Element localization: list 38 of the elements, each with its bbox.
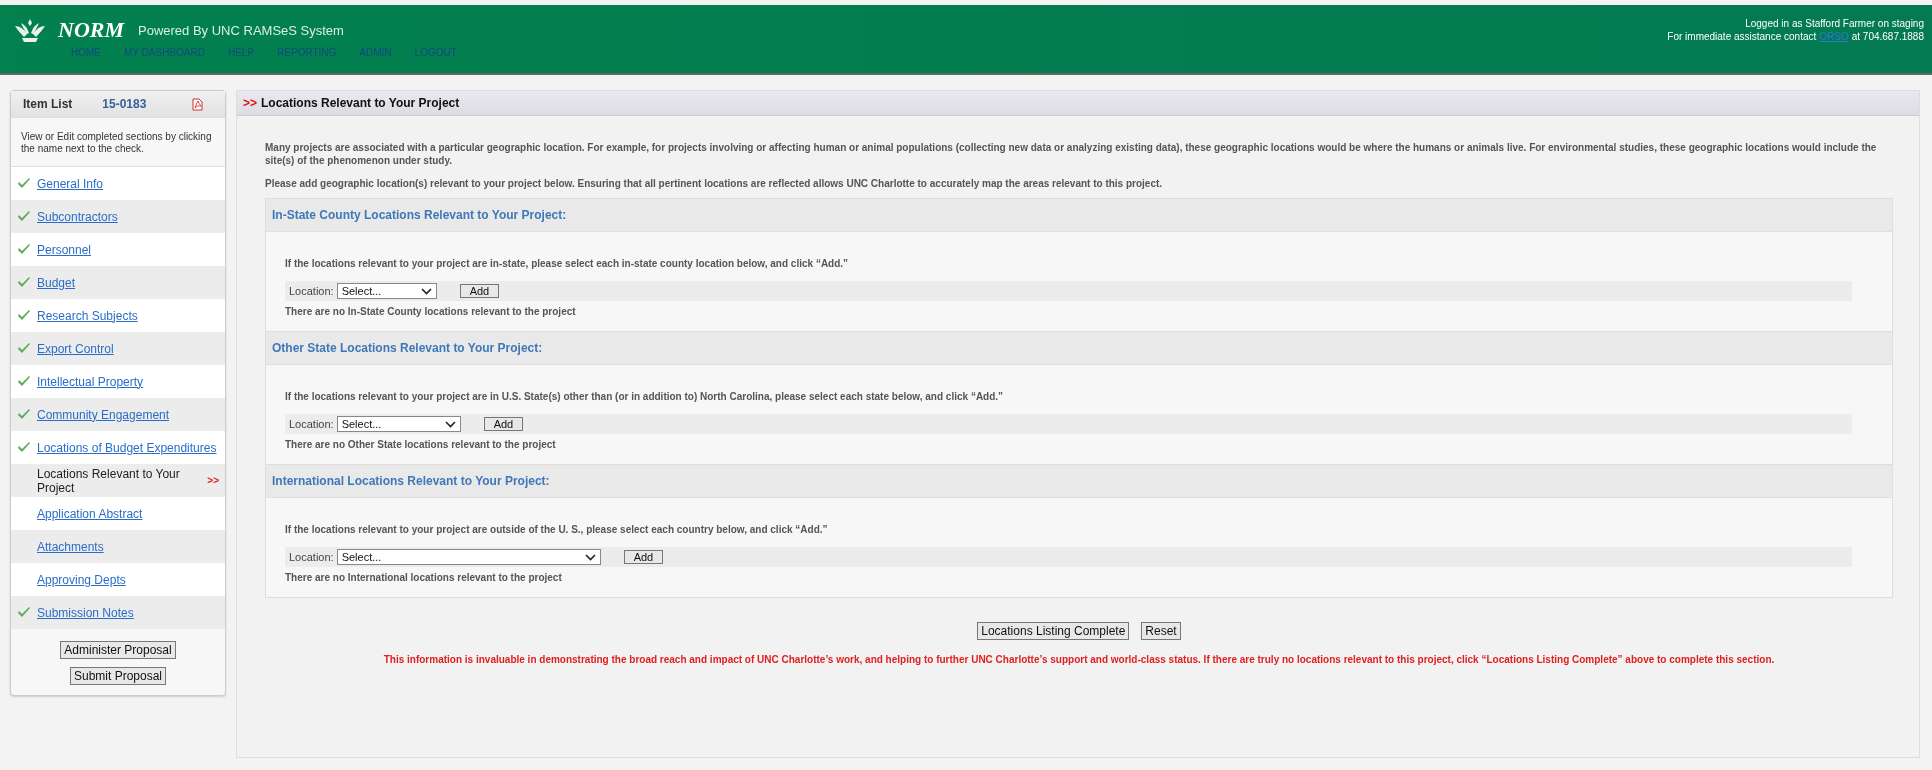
form-button[interactable]: Locations Listing Complete <box>977 622 1130 640</box>
login-status: Logged in as Stafford Farmer on staging <box>1745 18 1924 29</box>
assistance-text: For immediate assistance contact <box>1667 30 1817 43</box>
section-header: Other State Locations Relevant to Your Project: <box>266 331 1892 365</box>
form-button[interactable]: Reset <box>1141 622 1181 640</box>
section-instructions: If the locations relevant to your project are outside of the U. S., please select each country below, and click “Add.” <box>285 524 829 535</box>
proposal-button[interactable]: Administer Proposal <box>60 641 176 659</box>
page-title: Locations Relevant to Your Project <box>261 96 460 110</box>
app-name: NORM <box>58 17 124 43</box>
empty-message: There are no International locations relevant to the project <box>285 572 563 583</box>
crown-logo-icon <box>12 17 48 43</box>
intro-paragraph: Many projects are associated with a particular geographic location. For example, for projects involving or affecting human or animal populations (collecting new data or analyzing existing data), these geographic locations would be where the humans or animals live. For environmental studies, these geographic locations would include the site(s) of the phenomenon under study. <box>265 141 1878 167</box>
proposal-button[interactable]: Submit Proposal <box>69 667 166 685</box>
field-label: Location: <box>289 285 334 297</box>
phone-number: at 704.687.1888 <box>1851 30 1924 43</box>
field-label: Location: <box>289 551 334 563</box>
location-select[interactable]: Select... <box>336 549 601 565</box>
add-button[interactable]: Add <box>623 550 664 564</box>
footer-note: This information is invaluable in demonstrating the broad reach and impact of UNC Charlotte’s work, and helping to further UNC Charlotte’s support and world-class status. If there are truly no locations relevant to this project, click “Locations Listing Complete” above to complete this section. <box>382 654 1776 665</box>
intro-paragraph: Please add geographic location(s) relevant to your project below. Ensuring that all pertinent locations are reflected allows UNC Charlotte to accurately map the areas relevant to this project. <box>265 177 1164 190</box>
current-section: Locations Relevant to Your Project <box>37 466 208 495</box>
section-header: In-State County Locations Relevant to Your Project: <box>266 199 1892 232</box>
title-marker: >> <box>243 96 257 110</box>
proposal-number: 15-0183 <box>102 97 147 111</box>
current-marker: >> <box>207 475 219 486</box>
section-instructions: If the locations relevant to your project are in-state, please select each in-state county location below, and click “Add.” <box>285 258 850 269</box>
section-instructions: If the locations relevant to your project are in U.S. State(s) other than (or in addition to) North Carolina, please select each state below, and click “Add.” <box>285 391 1005 402</box>
pdf-icon[interactable] <box>192 97 203 111</box>
location-select[interactable]: Select... <box>336 283 437 299</box>
empty-message: There are no In-State County locations relevant to the project <box>285 306 577 317</box>
location-select[interactable]: Select... <box>336 416 461 432</box>
add-button[interactable]: Add <box>483 417 524 431</box>
panel-title: Item List <box>23 97 73 111</box>
add-button[interactable]: Add <box>459 284 500 298</box>
tagline: Powered By UNC RAMSeS System <box>138 22 344 38</box>
section-header: International Locations Relevant to Your Project: <box>266 464 1892 498</box>
empty-message: There are no Other State locations relevant to the project <box>285 439 557 450</box>
field-label: Location: <box>289 418 334 430</box>
